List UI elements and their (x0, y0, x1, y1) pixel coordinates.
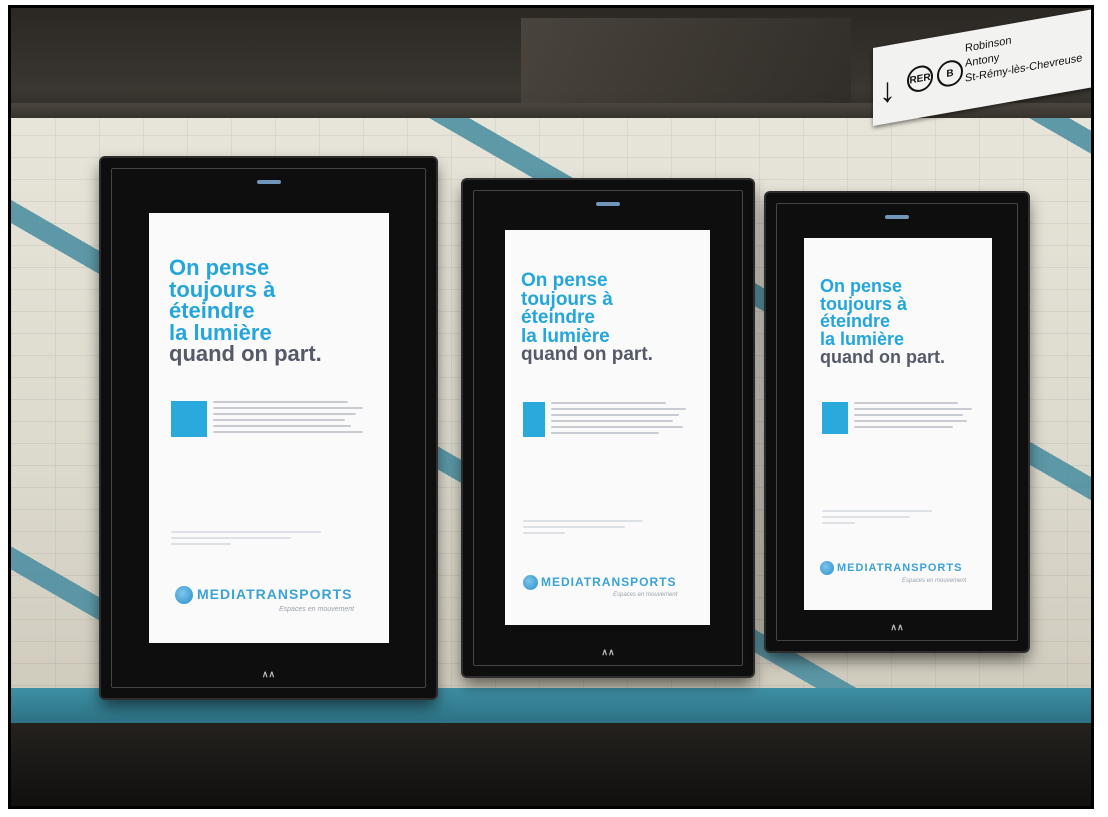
blue-square (822, 402, 848, 434)
screen-display: On pense toujours à éteindre la lumière … (804, 238, 992, 610)
down-arrow-icon: ↓ (879, 69, 896, 111)
brand-logo: MEDIATRANSPORTS (175, 586, 353, 605)
camera-indicator (596, 202, 620, 206)
brand-globe-icon (523, 575, 538, 591)
screen-display: On pense toujours à éteindre la lumière … (149, 213, 389, 643)
brand-tagline: Espaces en mouvement (613, 592, 678, 598)
manufacturer-logo: ∧∧ (261, 669, 276, 679)
digital-screen: On pense toujours à éteindre la lumière … (463, 180, 753, 676)
photo: ↓ RER B Robinson Antony St-Rémy-lès-Chev… (8, 5, 1094, 809)
brand-globe-icon (820, 561, 834, 575)
fine-print (523, 520, 643, 538)
brand-globe-icon (175, 586, 193, 605)
blue-square (171, 401, 207, 437)
body-copy (854, 402, 972, 432)
platform-floor (11, 723, 1091, 806)
manufacturer-logo: ∧∧ (601, 647, 615, 657)
fine-print (171, 531, 321, 549)
blue-square (523, 402, 545, 437)
body-copy (551, 402, 686, 438)
digital-screen: On pense toujours à éteindre la lumière … (101, 158, 436, 698)
fine-print (822, 510, 932, 528)
camera-indicator (885, 215, 909, 219)
brand-logo: MEDIATRANSPORTS (820, 561, 962, 575)
camera-indicator (256, 180, 281, 184)
brand-logo: MEDIATRANSPORTS (523, 575, 676, 591)
body-copy (213, 401, 363, 437)
manufacturer-logo: ∧∧ (890, 622, 904, 632)
poster-headline: On pense toujours à éteindre la lumière … (521, 270, 653, 366)
poster-headline: On pense toujours à éteindre la lumière … (820, 276, 945, 367)
ceiling-fixture (521, 18, 851, 108)
line-b-badge: B (937, 58, 963, 89)
screen-display: On pense toujours à éteindre la lumière … (505, 230, 710, 625)
poster-headline: On pense toujours à éteindre la lumière … (169, 255, 322, 367)
destination-list: Robinson Antony St-Rémy-lès-Chevreuse (965, 21, 1082, 87)
rer-badge: RER (907, 63, 933, 95)
brand-tagline: Espaces en mouvement (279, 606, 355, 613)
digital-screen: On pense toujours à éteindre la lumière … (766, 193, 1028, 651)
brand-tagline: Espaces en mouvement (902, 578, 967, 584)
